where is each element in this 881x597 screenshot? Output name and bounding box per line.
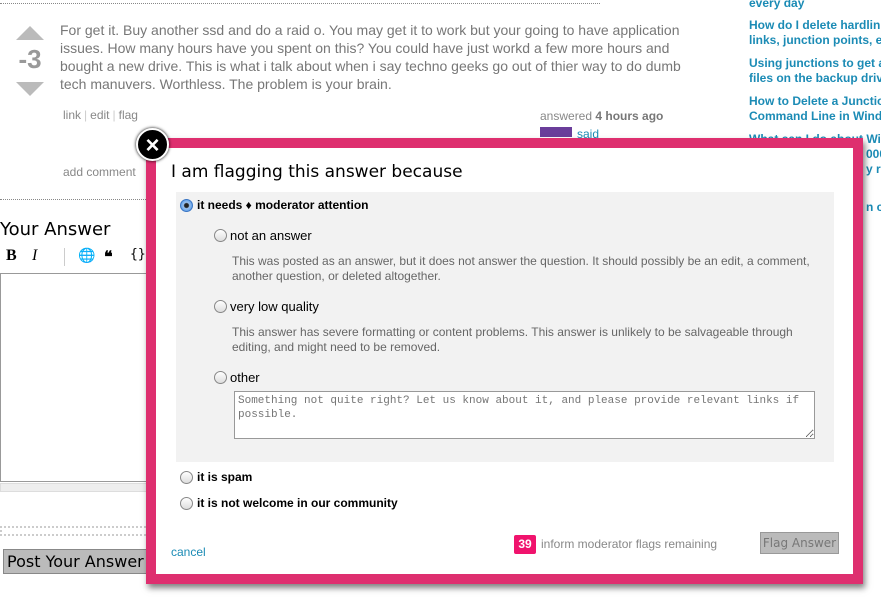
related-link[interactable]: n c: [866, 199, 881, 215]
option-not-welcome[interactable]: it is not welcome in our community [180, 496, 398, 510]
vote-up-icon[interactable] [16, 26, 44, 40]
your-answer-heading: Your Answer [0, 219, 111, 240]
avatar[interactable] [540, 127, 572, 137]
flag-answer-button[interactable]: Flag Answer [760, 532, 839, 554]
option-description: This was posted as an answer, but it doe… [232, 254, 810, 283]
radio-selected[interactable] [180, 198, 193, 212]
related-link[interactable]: links, junction points, etc [749, 32, 881, 48]
related-link[interactable]: Command Line in Windows [749, 108, 881, 124]
code-icon[interactable]: {} [130, 247, 146, 262]
post-menu: link | edit | flag [63, 108, 138, 122]
bold-button[interactable]: B [6, 247, 17, 265]
radio[interactable] [214, 229, 227, 242]
related-link[interactable]: How do I delete hardlinks, sym [749, 17, 881, 33]
link-icon[interactable]: 🌐 [78, 247, 95, 264]
radio[interactable] [180, 470, 193, 484]
option-very-low-quality[interactable]: very low quality [214, 299, 319, 314]
related-link[interactable]: How to Delete a Junction from [749, 93, 881, 109]
add-comment-link[interactable]: add comment [63, 165, 136, 179]
post-answer-button[interactable]: Post Your Answer [3, 549, 153, 574]
dialog-title: I am flagging this answer because [171, 162, 463, 182]
option-spam[interactable]: it is spam [180, 470, 252, 484]
vote-down-icon[interactable] [16, 82, 44, 96]
radio[interactable] [180, 496, 193, 510]
option-not-an-answer[interactable]: not an answer [214, 228, 312, 243]
option-other[interactable]: other [214, 370, 260, 385]
italic-button[interactable]: I [32, 247, 37, 265]
flags-remaining-badge: 39 [514, 535, 536, 554]
related-link[interactable]: 000 [866, 146, 881, 162]
answered-info: answered 4 hours ago [540, 109, 664, 123]
editor-resize-grip[interactable] [0, 483, 150, 492]
other-reason-input[interactable] [234, 391, 815, 439]
toolbar-separator [64, 248, 65, 266]
radio[interactable] [214, 371, 227, 384]
option-description: This answer has severe formatting or con… [232, 325, 793, 354]
close-icon[interactable]: × [136, 128, 169, 161]
flag-link[interactable]: flag [119, 108, 138, 122]
flags-remaining-label: inform moderator flags remaining [541, 537, 718, 551]
related-link[interactable]: files on the backup drive [749, 70, 881, 86]
link-link[interactable]: link [63, 108, 81, 122]
option-moderator-attention[interactable]: it needs ♦ moderator attention [180, 198, 368, 212]
quote-icon[interactable]: ❝ [104, 247, 113, 267]
edit-link[interactable]: edit [90, 108, 109, 122]
preview-area [0, 526, 150, 536]
related-link[interactable]: every day [749, 0, 804, 11]
vote-count: -3 [18, 44, 42, 74]
related-link[interactable]: Using junctions to get all [749, 55, 881, 71]
related-link[interactable]: y re [866, 161, 881, 177]
answer-body: For get it. Buy another ssd and do a rai… [60, 22, 681, 92]
answer-editor[interactable] [0, 273, 150, 482]
divider [0, 3, 600, 4]
divider [0, 199, 150, 200]
radio[interactable] [214, 300, 227, 313]
cancel-link[interactable]: cancel [171, 545, 206, 559]
